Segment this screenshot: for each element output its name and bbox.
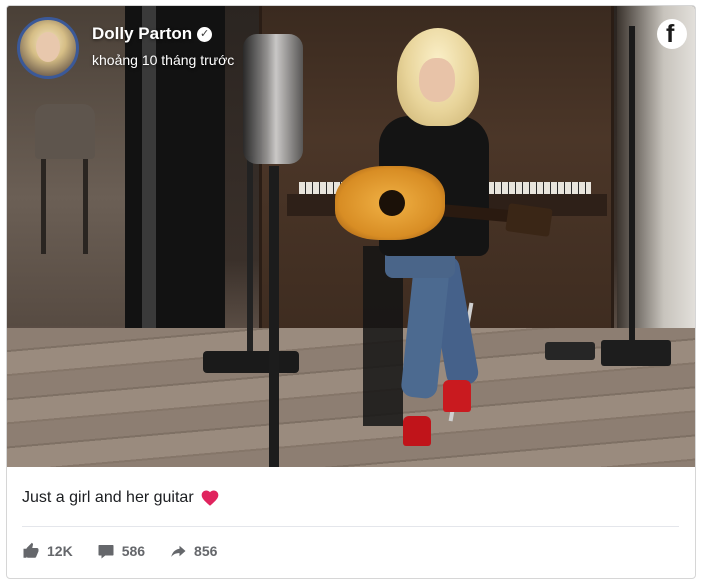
stats-divider xyxy=(22,526,679,527)
photo-guitar-headstock xyxy=(505,203,553,237)
comment-count: 586 xyxy=(121,543,146,559)
post-timestamp[interactable]: khoảng 10 tháng trước xyxy=(92,52,234,68)
post-stats: 12K 586 856 xyxy=(22,542,217,560)
author-avatar[interactable] xyxy=(17,17,79,79)
facebook-logo-icon[interactable]: f xyxy=(657,19,687,49)
post-photo[interactable]: Dolly Parton ✓ khoảng 10 tháng trước f xyxy=(7,6,695,467)
like-count: 12K xyxy=(47,543,73,559)
photo-red-shoe-front xyxy=(403,416,431,446)
verified-badge-icon: ✓ xyxy=(197,26,213,42)
author-name[interactable]: Dolly Parton xyxy=(92,24,192,44)
author-row: Dolly Parton ✓ xyxy=(92,24,213,44)
like-stat[interactable]: 12K xyxy=(22,542,73,560)
photo-mic-stand-front xyxy=(269,166,279,467)
caption-text: Just a girl and her guitar xyxy=(22,489,194,506)
facebook-post-card: Dolly Parton ✓ khoảng 10 tháng trước f J… xyxy=(6,5,696,579)
share-arrow-icon xyxy=(171,545,186,557)
photo-pedal xyxy=(601,340,671,366)
red-heart-icon xyxy=(201,490,218,506)
post-header: Dolly Parton ✓ khoảng 10 tháng trước xyxy=(17,15,437,81)
share-count: 856 xyxy=(194,543,218,559)
post-caption: Just a girl and her guitar xyxy=(22,488,220,508)
photo-guitar-soundhole xyxy=(379,190,405,216)
photo-pedal-small xyxy=(545,342,595,360)
share-stat[interactable]: 856 xyxy=(169,542,217,560)
thumbs-up-icon xyxy=(23,542,39,558)
photo-mic-stand-left xyxy=(247,156,253,356)
comment-stat[interactable]: 586 xyxy=(97,542,145,560)
comment-icon xyxy=(98,545,114,559)
photo-mic-stand-right xyxy=(629,26,635,346)
photo-bar-stool xyxy=(35,104,110,254)
photo-mic-base xyxy=(203,351,299,373)
photo-red-shoe-back xyxy=(443,380,471,412)
